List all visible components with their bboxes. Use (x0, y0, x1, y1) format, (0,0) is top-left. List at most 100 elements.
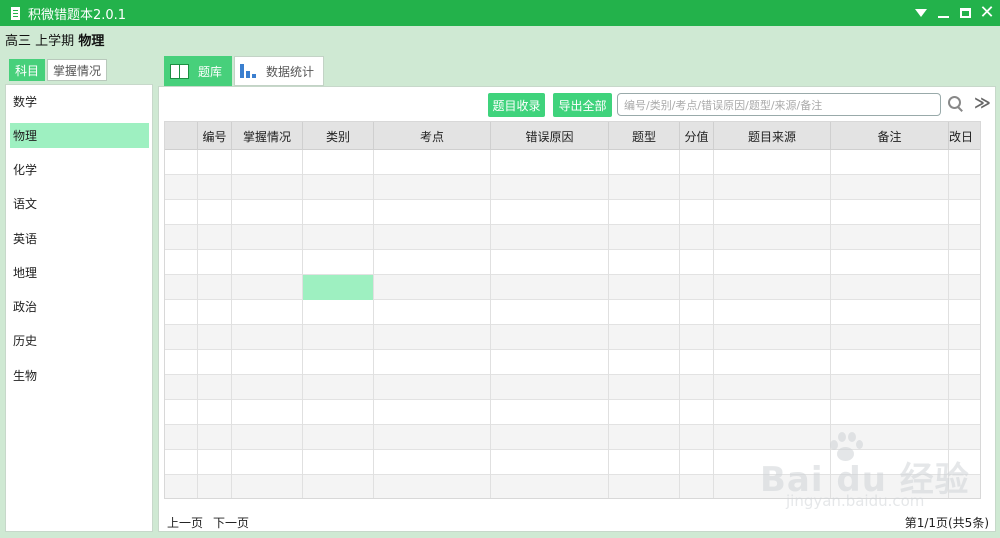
table-cell[interactable] (680, 400, 714, 425)
table-row[interactable] (165, 375, 980, 400)
table-cell[interactable] (198, 150, 232, 175)
table-row[interactable] (165, 475, 980, 498)
table-cell[interactable] (680, 475, 714, 498)
table-cell[interactable] (374, 275, 491, 300)
column-header[interactable]: 类别 (303, 122, 374, 150)
table-cell[interactable] (831, 175, 949, 200)
table-cell[interactable] (165, 250, 198, 275)
table-cell[interactable] (374, 450, 491, 475)
table-cell[interactable] (609, 300, 680, 325)
table-cell[interactable] (491, 350, 609, 375)
export-all-button[interactable]: 导出全部 (553, 93, 612, 117)
table-cell[interactable] (303, 175, 374, 200)
table-cell[interactable] (303, 200, 374, 225)
column-header[interactable]: 考点 (374, 122, 491, 150)
table-cell[interactable] (714, 425, 831, 450)
table-cell[interactable] (949, 375, 980, 400)
table-cell[interactable] (303, 250, 374, 275)
table-cell[interactable] (714, 400, 831, 425)
table-cell[interactable] (609, 200, 680, 225)
table-cell[interactable] (232, 175, 303, 200)
table-cell[interactable] (303, 150, 374, 175)
table-cell[interactable] (831, 375, 949, 400)
table-cell[interactable] (165, 225, 198, 250)
table-cell[interactable] (680, 425, 714, 450)
table-cell[interactable] (680, 200, 714, 225)
table-cell[interactable] (198, 450, 232, 475)
table-cell[interactable] (374, 400, 491, 425)
table-cell[interactable] (198, 375, 232, 400)
table-row[interactable] (165, 150, 980, 175)
table-row[interactable] (165, 450, 980, 475)
table-cell[interactable] (491, 150, 609, 175)
table-cell[interactable] (714, 275, 831, 300)
table-cell[interactable] (491, 425, 609, 450)
table-cell[interactable] (680, 175, 714, 200)
table-cell[interactable] (232, 375, 303, 400)
table-cell[interactable] (374, 350, 491, 375)
maximize-button[interactable] (956, 3, 974, 23)
tab-subjects[interactable]: 科目 (9, 59, 46, 81)
table-cell[interactable] (374, 150, 491, 175)
table-cell[interactable] (949, 150, 980, 175)
search-input[interactable]: 编号/类别/考点/错误原因/题型/来源/备注 (617, 93, 941, 116)
table-cell[interactable] (831, 200, 949, 225)
table-cell[interactable] (232, 350, 303, 375)
table-cell[interactable] (232, 225, 303, 250)
table-cell[interactable] (374, 425, 491, 450)
table-cell[interactable] (949, 325, 980, 350)
expand-icon[interactable]: ≫ (974, 93, 991, 112)
subject-item-english[interactable]: 英语 (10, 226, 149, 251)
table-cell[interactable] (165, 475, 198, 498)
table-cell[interactable] (303, 400, 374, 425)
tab-mastery[interactable]: 掌握情况 (47, 59, 108, 81)
column-header[interactable] (165, 122, 198, 150)
table-cell[interactable] (680, 300, 714, 325)
table-cell[interactable] (165, 375, 198, 400)
table-cell[interactable] (831, 475, 949, 498)
table-cell[interactable] (491, 400, 609, 425)
table-cell[interactable] (374, 200, 491, 225)
table-cell[interactable] (374, 250, 491, 275)
table-cell[interactable] (374, 225, 491, 250)
table-cell[interactable] (680, 325, 714, 350)
column-header[interactable]: 题型 (609, 122, 680, 150)
dropdown-menu-button[interactable] (912, 3, 930, 23)
table-cell[interactable] (680, 225, 714, 250)
table-cell[interactable] (232, 450, 303, 475)
table-cell[interactable] (680, 375, 714, 400)
column-header[interactable]: 改日 (949, 122, 980, 150)
table-cell[interactable] (232, 300, 303, 325)
table-cell[interactable] (609, 450, 680, 475)
table-cell[interactable] (232, 425, 303, 450)
table-cell[interactable] (198, 275, 232, 300)
table-cell[interactable] (831, 275, 949, 300)
table-cell[interactable] (714, 300, 831, 325)
subject-item-math[interactable]: 数学 (10, 89, 149, 114)
table-cell[interactable] (303, 350, 374, 375)
table-cell[interactable] (609, 250, 680, 275)
table-cell[interactable] (831, 425, 949, 450)
table-cell[interactable] (374, 300, 491, 325)
table-cell[interactable] (949, 425, 980, 450)
table-cell[interactable] (198, 225, 232, 250)
subject-item-physics[interactable]: 物理 (10, 123, 149, 148)
table-cell[interactable] (303, 300, 374, 325)
table-cell[interactable] (491, 200, 609, 225)
table-cell[interactable] (165, 175, 198, 200)
table-cell[interactable] (198, 400, 232, 425)
tab-statistics[interactable]: 数据统计 (234, 56, 325, 86)
table-cell[interactable] (491, 225, 609, 250)
table-cell[interactable] (680, 250, 714, 275)
table-cell[interactable] (714, 325, 831, 350)
table-row[interactable] (165, 325, 980, 350)
table-cell[interactable] (198, 325, 232, 350)
table-cell[interactable] (714, 150, 831, 175)
table-cell[interactable] (831, 350, 949, 375)
table-row[interactable] (165, 225, 980, 250)
table-cell[interactable] (232, 275, 303, 300)
subject-item-politics[interactable]: 政治 (10, 294, 149, 319)
table-cell[interactable] (949, 250, 980, 275)
table-cell[interactable] (165, 350, 198, 375)
table-cell[interactable] (491, 275, 609, 300)
